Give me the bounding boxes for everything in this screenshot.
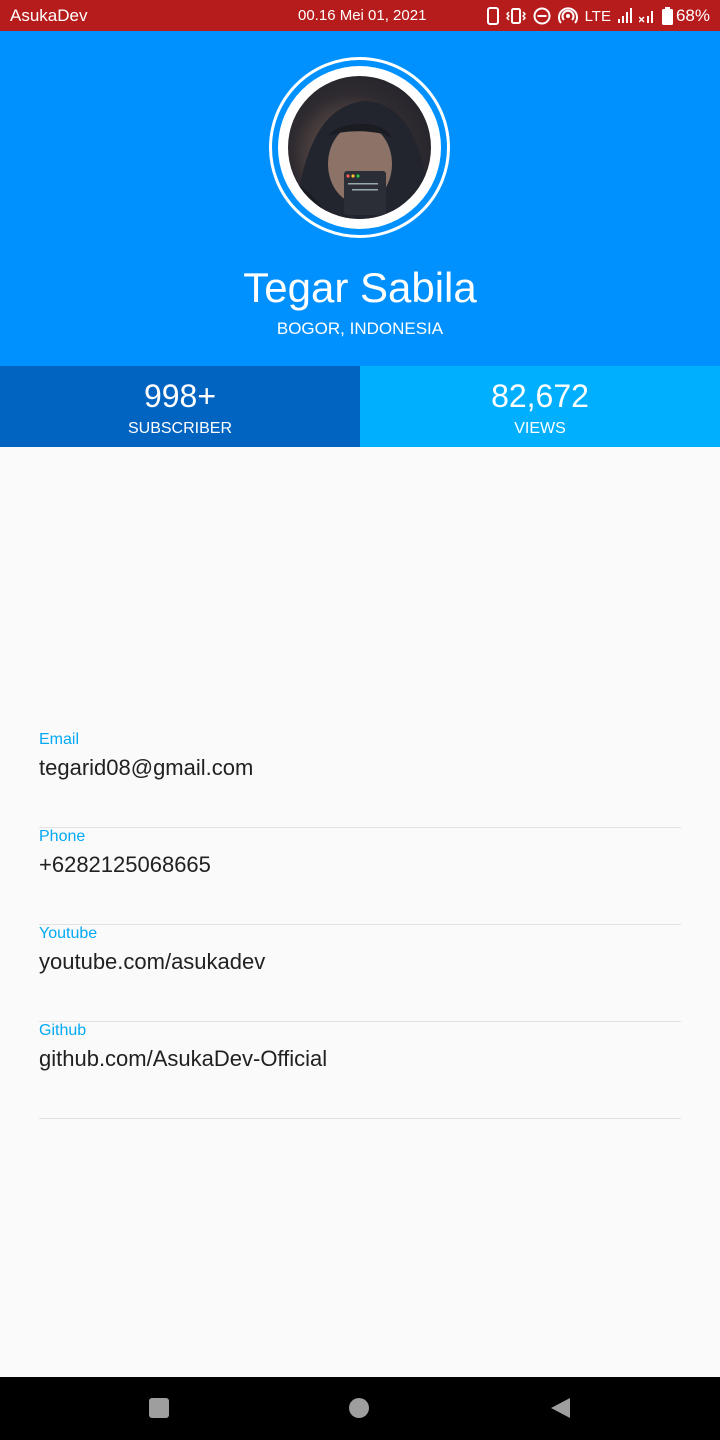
no-signal-icon <box>638 8 655 24</box>
info-value: tegarid08@gmail.com <box>39 755 254 780</box>
info-value: youtube.com/asukadev <box>39 949 266 974</box>
avatar-photo-icon <box>288 101 431 219</box>
home-icon[interactable] <box>348 1397 370 1424</box>
profile-header: Tegar Sabila BOGOR, INDONESIA <box>0 31 720 366</box>
avatar[interactable] <box>288 76 431 219</box>
info-label: Email <box>39 731 80 748</box>
battery-percent: 68% <box>675 6 710 25</box>
navigation-bar <box>0 1377 720 1440</box>
info-label: Phone <box>39 828 86 845</box>
stat-value: 82,672 <box>491 378 589 414</box>
stat-subscriber[interactable]: 998+ SUBSCRIBER <box>0 366 360 447</box>
network-label: LTE <box>584 7 611 25</box>
battery-icon <box>661 7 673 25</box>
stat-label: SUBSCRIBER <box>127 420 233 437</box>
info-label: Github <box>39 1022 87 1039</box>
info-item-email[interactable]: Email tegarid08@gmail.com <box>39 731 681 828</box>
signal-icon <box>617 8 632 24</box>
back-icon[interactable] <box>549 1397 571 1424</box>
profile-name: Tegar Sabila <box>243 264 477 311</box>
phone-icon <box>486 7 499 25</box>
info-value: github.com/AsukaDev-Official <box>39 1046 328 1071</box>
info-item-github[interactable]: Github github.com/AsukaDev-Official <box>39 1022 681 1119</box>
info-label: Youtube <box>39 925 98 942</box>
info-item-phone[interactable]: Phone +6282125068665 <box>39 828 681 925</box>
status-bar: AsukaDev 00.16 Mei 01, 2021 LTE 68% <box>0 0 720 31</box>
profile-location: BOGOR, INDONESIA <box>276 319 444 338</box>
vibrate-icon <box>505 8 526 24</box>
stat-label: VIEWS <box>514 420 566 437</box>
status-datetime: 00.16 Mei 01, 2021 <box>298 7 427 24</box>
status-icons: LTE 68% <box>486 4 710 28</box>
info-value: +6282125068665 <box>39 852 211 877</box>
dnd-icon <box>533 7 551 25</box>
stat-views[interactable]: 82,672 VIEWS <box>360 366 720 447</box>
stat-value: 998+ <box>143 378 217 414</box>
info-item-youtube[interactable]: Youtube youtube.com/asukadev <box>39 925 681 1022</box>
recents-icon[interactable] <box>148 1397 170 1424</box>
hotspot-icon <box>557 7 578 25</box>
carrier-label: AsukaDev <box>10 6 88 25</box>
